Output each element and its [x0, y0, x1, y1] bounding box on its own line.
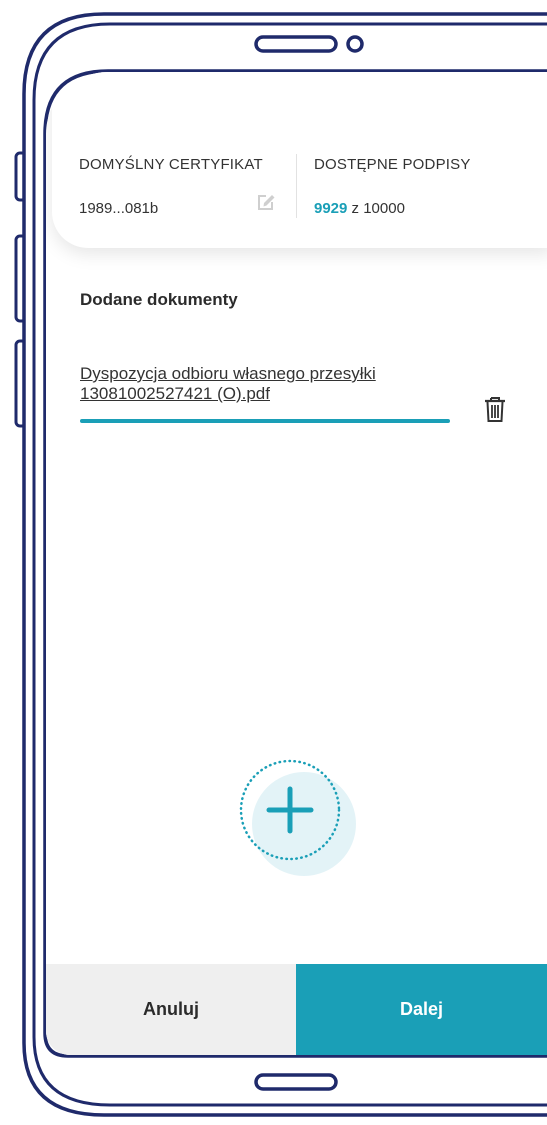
add-document-area [238, 758, 362, 882]
home-bar [254, 1073, 338, 1091]
app-screen: DOMYŚLNY CERTYFIKAT 1989...081b DOSTĘPNE… [46, 72, 547, 1055]
card-divider [296, 154, 297, 218]
signatures-available: 9929 [314, 200, 348, 217]
documents-section-title: Dodane dokumenty [80, 290, 238, 309]
speaker-slot [254, 35, 338, 53]
trash-icon[interactable] [482, 394, 508, 424]
footer-actions: Anuluj Dalej [46, 964, 547, 1055]
document-underline [80, 419, 450, 423]
signatures-total: z 10000 [347, 200, 405, 217]
certificate-value: 1989...081b [79, 200, 159, 217]
cancel-button[interactable]: Anuluj [46, 964, 296, 1055]
front-camera [346, 35, 364, 53]
document-link[interactable]: Dyspozycja odbioru własnego przesyłki 13… [80, 364, 452, 404]
certificate-title: DOMYŚLNY CERTYFIKAT [79, 156, 263, 173]
signatures-title: DOSTĘPNE PODPISY [314, 156, 471, 173]
info-card: DOMYŚLNY CERTYFIKAT 1989...081b DOSTĘPNE… [52, 72, 547, 248]
signatures-value: 9929 z 10000 [314, 200, 405, 217]
edit-icon[interactable] [252, 188, 278, 214]
plus-icon[interactable] [238, 758, 362, 882]
next-button[interactable]: Dalej [296, 964, 547, 1055]
